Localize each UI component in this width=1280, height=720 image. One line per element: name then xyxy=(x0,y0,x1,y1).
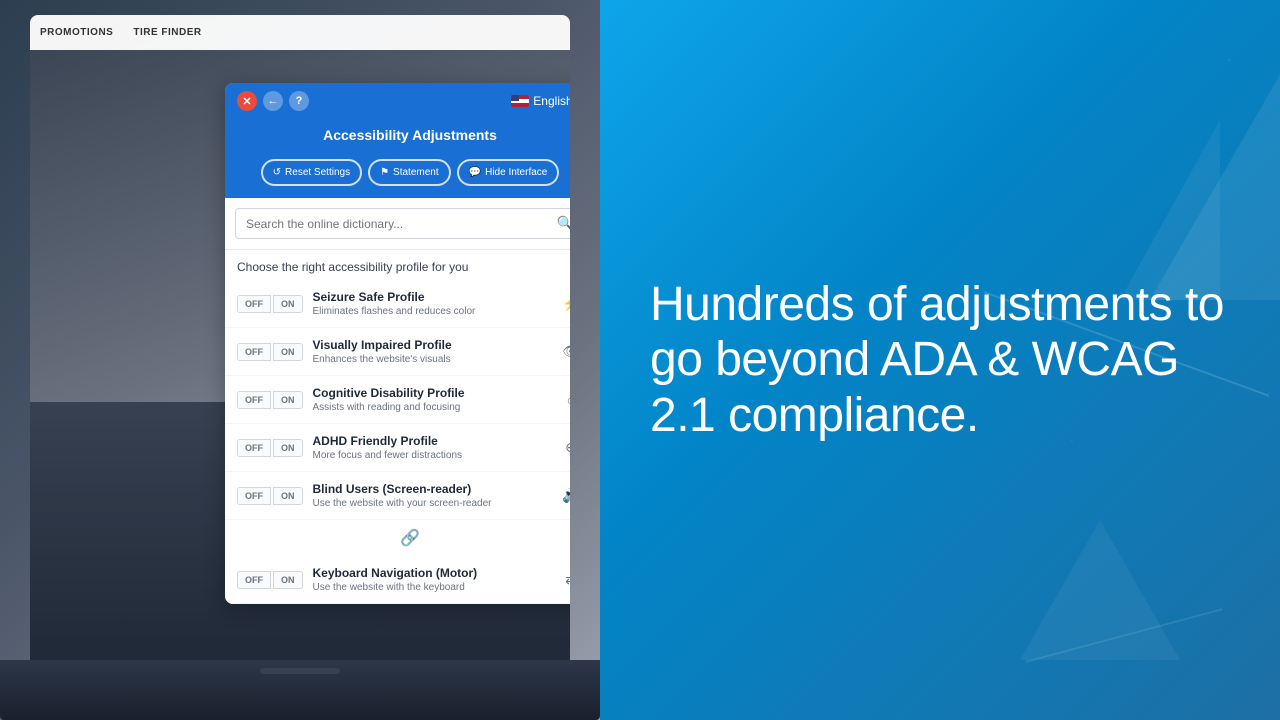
triangle-decoration-1 xyxy=(1150,40,1280,300)
close-button[interactable]: ✕ xyxy=(237,91,257,111)
toggle-on-cognitive[interactable]: ON xyxy=(273,391,303,409)
toggle-off-adhd[interactable]: OFF xyxy=(237,439,271,457)
profile-item-blind: OFF ON Blind Users (Screen-reader) Use t… xyxy=(225,472,570,520)
panel-header: ✕ ← ? English ˅ xyxy=(225,83,570,119)
laptop-nav: PROMOTIONS TIRE FINDER xyxy=(30,15,570,50)
toggle-group-blind: OFF ON xyxy=(237,487,303,505)
toggle-off-seizure[interactable]: OFF xyxy=(237,295,271,313)
search-input[interactable] xyxy=(246,217,549,231)
panel-title-bar: Accessibility Adjustments xyxy=(225,119,570,159)
toggle-group-cognitive: OFF ON xyxy=(237,391,303,409)
flag-icon xyxy=(511,95,529,107)
search-icon[interactable]: 🔍 xyxy=(557,215,570,232)
toggle-off-keyboard[interactable]: OFF xyxy=(237,571,271,589)
search-bar: 🔍 xyxy=(225,198,570,250)
profile-desc-keyboard: Use the website with the keyboard xyxy=(313,582,550,593)
toggle-off-visually[interactable]: OFF xyxy=(237,343,271,361)
panel-title: Accessibility Adjustments xyxy=(323,127,497,143)
toggle-on-blind[interactable]: ON xyxy=(273,487,303,505)
toggle-on-seizure[interactable]: ON xyxy=(273,295,303,313)
link-icon[interactable]: 🔗 xyxy=(400,528,420,548)
hide-label: Hide Interface xyxy=(485,167,547,178)
profile-desc-cognitive: Assists with reading and focusing xyxy=(313,402,550,413)
nav-item-promotions[interactable]: PROMOTIONS xyxy=(40,27,113,38)
hero-heading: Hundreds of adjustments to go beyond ADA… xyxy=(650,277,1230,443)
language-selector[interactable]: English ˅ xyxy=(511,94,570,108)
statement-icon: ⚑ xyxy=(380,167,389,178)
profile-item-keyboard: OFF ON Keyboard Navigation (Motor) Use t… xyxy=(225,556,570,604)
nav-item-tire-finder[interactable]: TIRE FINDER xyxy=(133,27,201,38)
profile-item-seizure: OFF ON Seizure Safe Profile Eliminates f… xyxy=(225,280,570,328)
reset-label: Reset Settings xyxy=(285,167,350,178)
help-button[interactable]: ? xyxy=(289,91,309,111)
link-row: 🔗 xyxy=(225,520,570,556)
profile-name-cognitive: Cognitive Disability Profile xyxy=(313,386,550,400)
toggle-group-seizure: OFF ON xyxy=(237,295,303,313)
cognitive-icon: ○ xyxy=(559,388,570,412)
toggle-on-visually[interactable]: ON xyxy=(273,343,303,361)
toggle-on-adhd[interactable]: ON xyxy=(273,439,303,457)
laptop-screen: PROMOTIONS TIRE FINDER ✕ ← ? English ˅ A xyxy=(30,15,570,660)
reset-settings-button[interactable]: ↺ Reset Settings xyxy=(261,159,362,186)
toggle-group-keyboard: OFF ON xyxy=(237,571,303,589)
profile-item-visually-impaired: OFF ON Visually Impaired Profile Enhance… xyxy=(225,328,570,376)
profile-desc-visually: Enhances the website's visuals xyxy=(313,354,550,365)
profile-info-cognitive: Cognitive Disability Profile Assists wit… xyxy=(313,386,550,413)
profile-info-visually: Visually Impaired Profile Enhances the w… xyxy=(313,338,550,365)
profile-info-seizure: Seizure Safe Profile Eliminates flashes … xyxy=(313,290,550,317)
profile-name-blind: Blind Users (Screen-reader) xyxy=(313,482,550,496)
left-panel: PROMOTIONS TIRE FINDER ✕ ← ? English ˅ A xyxy=(0,0,600,720)
profile-name-visually: Visually Impaired Profile xyxy=(313,338,550,352)
triangle-decoration-3 xyxy=(1020,520,1180,660)
triangle-decoration-2 xyxy=(1120,120,1220,300)
profile-name-keyboard: Keyboard Navigation (Motor) xyxy=(313,566,550,580)
language-label: English ˅ xyxy=(533,94,570,108)
visually-impaired-icon: 👁 xyxy=(559,340,570,364)
statement-label: Statement xyxy=(393,167,439,178)
profile-name-seizure: Seizure Safe Profile xyxy=(313,290,550,304)
profile-desc-adhd: More focus and fewer distractions xyxy=(313,450,550,461)
panel-controls: ✕ ← ? xyxy=(237,91,309,111)
profile-item-adhd: OFF ON ADHD Friendly Profile More focus … xyxy=(225,424,570,472)
reset-icon: ↺ xyxy=(273,167,281,178)
profile-desc-seizure: Eliminates flashes and reduces color xyxy=(313,306,550,317)
search-input-wrapper: 🔍 xyxy=(235,208,570,239)
panel-actions: ↺ Reset Settings ⚑ Statement 💬 Hide Inte… xyxy=(225,159,570,198)
adhd-icon: ⊕ xyxy=(559,436,570,460)
panel-body: 🔍 Choose the right accessibility profile… xyxy=(225,198,570,604)
toggle-group-visually: OFF ON xyxy=(237,343,303,361)
toggle-group-adhd: OFF ON xyxy=(237,439,303,457)
laptop-base xyxy=(0,660,600,720)
profile-info-keyboard: Keyboard Navigation (Motor) Use the webs… xyxy=(313,566,550,593)
profile-section-title: Choose the right accessibility profile f… xyxy=(225,250,570,280)
profile-desc-blind: Use the website with your screen-reader xyxy=(313,498,550,509)
toggle-off-blind[interactable]: OFF xyxy=(237,487,271,505)
back-button[interactable]: ← xyxy=(263,91,283,111)
profile-name-adhd: ADHD Friendly Profile xyxy=(313,434,550,448)
blind-icon: 🔊 xyxy=(559,484,570,508)
toggle-off-cognitive[interactable]: OFF xyxy=(237,391,271,409)
toggle-on-keyboard[interactable]: ON xyxy=(273,571,303,589)
profile-info-adhd: ADHD Friendly Profile More focus and few… xyxy=(313,434,550,461)
right-panel: Hundreds of adjustments to go beyond ADA… xyxy=(600,0,1280,720)
hide-icon: 💬 xyxy=(469,167,481,178)
profile-item-cognitive: OFF ON Cognitive Disability Profile Assi… xyxy=(225,376,570,424)
hide-interface-button[interactable]: 💬 Hide Interface xyxy=(457,159,560,186)
accessibility-panel: ✕ ← ? English ˅ Accessibility Adjustment… xyxy=(225,83,570,604)
seizure-icon: ⚡ xyxy=(559,292,570,316)
statement-button[interactable]: ⚑ Statement xyxy=(368,159,451,186)
keyboard-icon: ⇄ xyxy=(559,568,570,592)
profile-list: OFF ON Seizure Safe Profile Eliminates f… xyxy=(225,280,570,604)
profile-info-blind: Blind Users (Screen-reader) Use the webs… xyxy=(313,482,550,509)
